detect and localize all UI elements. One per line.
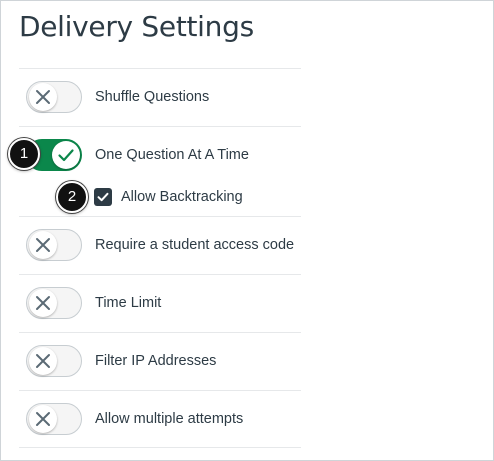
toggle-knob bbox=[29, 83, 57, 111]
callout-marker-2: 2 bbox=[56, 181, 88, 213]
toggle-knob bbox=[29, 405, 57, 433]
setting-time-limit: Time Limit bbox=[19, 275, 301, 331]
setting-label: Allow multiple attempts bbox=[95, 411, 244, 427]
toggle-knob bbox=[29, 347, 57, 375]
toggle-knob bbox=[52, 141, 80, 169]
divider bbox=[19, 447, 301, 448]
filter-ip-addresses-toggle[interactable] bbox=[26, 345, 82, 377]
setting-require-access-code: Require a student access code bbox=[19, 217, 301, 273]
setting-label: Require a student access code bbox=[95, 237, 295, 253]
allow-backtracking-checkbox[interactable] bbox=[94, 188, 112, 206]
x-icon bbox=[36, 238, 50, 252]
checkmark-icon bbox=[97, 192, 109, 202]
allow-backtracking-label: Allow Backtracking bbox=[121, 189, 243, 205]
page-title: Delivery Settings bbox=[19, 10, 254, 43]
shuffle-questions-toggle[interactable] bbox=[26, 81, 82, 113]
setting-label: Filter IP Addresses bbox=[95, 353, 217, 369]
setting-one-question-at-a-time: One Question At A Time bbox=[19, 127, 301, 183]
x-icon bbox=[36, 412, 50, 426]
checkmark-icon bbox=[58, 149, 74, 162]
setting-label: Shuffle Questions bbox=[95, 89, 210, 105]
setting-shuffle-questions: Shuffle Questions bbox=[19, 69, 301, 125]
x-icon bbox=[36, 354, 50, 368]
toggle-knob bbox=[29, 289, 57, 317]
allow-multiple-attempts-toggle[interactable] bbox=[26, 403, 82, 435]
delivery-settings-panel: Delivery Settings Shuffle Questions One … bbox=[0, 0, 494, 461]
callout-marker-1: 1 bbox=[8, 138, 40, 170]
setting-label: One Question At A Time bbox=[95, 147, 249, 163]
setting-filter-ip-addresses: Filter IP Addresses bbox=[19, 333, 301, 389]
time-limit-toggle[interactable] bbox=[26, 287, 82, 319]
x-icon bbox=[36, 90, 50, 104]
x-icon bbox=[36, 296, 50, 310]
require-access-code-toggle[interactable] bbox=[26, 229, 82, 261]
setting-allow-multiple-attempts: Allow multiple attempts bbox=[19, 391, 301, 447]
toggle-knob bbox=[29, 231, 57, 259]
setting-label: Time Limit bbox=[95, 295, 162, 311]
